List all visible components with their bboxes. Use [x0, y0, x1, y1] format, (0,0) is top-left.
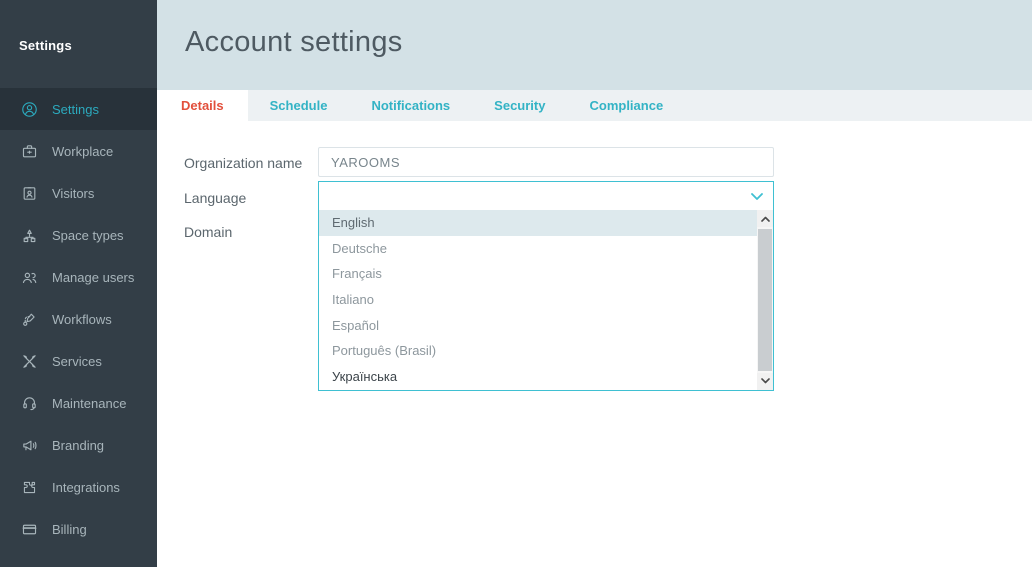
language-option-english[interactable]: English [319, 210, 757, 236]
credit-card-icon [20, 520, 39, 539]
sidebar-title: Settings [19, 38, 72, 53]
language-option-francais[interactable]: Français [319, 261, 757, 287]
tab-notifications[interactable]: Notifications [349, 90, 472, 121]
organization-name-label: Organization name [184, 155, 303, 171]
language-option-italiano[interactable]: Italiano [319, 287, 757, 313]
briefcase-icon [20, 142, 39, 161]
sidebar: Settings Settings Workplace Visitors Spa… [0, 0, 157, 567]
language-option-portugues[interactable]: Português (Brasil) [319, 338, 757, 364]
tools-icon [20, 352, 39, 371]
sidebar-item-label: Space types [52, 227, 124, 243]
sidebar-item-label: Integrations [52, 479, 120, 495]
language-label: Language [184, 190, 247, 206]
domain-label: Domain [184, 224, 233, 240]
sidebar-item-space-types[interactable]: Space types [0, 214, 157, 256]
sidebar-item-visitors[interactable]: Visitors [0, 172, 157, 214]
sidebar-item-workflows[interactable]: Workflows [0, 298, 157, 340]
sidebar-item-label: Settings [52, 101, 99, 117]
language-select-dropdown: English Deutsche Français Italiano Españ… [318, 181, 774, 391]
tab-security[interactable]: Security [472, 90, 567, 121]
app-window: Settings Settings Workplace Visitors Spa… [0, 0, 1032, 567]
sidebar-item-label: Billing [52, 521, 87, 537]
sidebar-item-workplace[interactable]: Workplace [0, 130, 157, 172]
tab-bar: Details Schedule Notifications Security … [157, 90, 1032, 121]
users-icon [20, 268, 39, 287]
sidebar-item-branding[interactable]: Branding [0, 424, 157, 466]
language-option-deutsche[interactable]: Deutsche [319, 236, 757, 262]
language-select[interactable] [319, 182, 773, 210]
sidebar-item-label: Workflows [52, 311, 112, 327]
dropdown-scrollbar[interactable] [757, 210, 773, 390]
user-circle-icon [20, 100, 39, 119]
details-form: Organization name Language Domain Englis… [157, 121, 1032, 567]
tab-schedule[interactable]: Schedule [248, 90, 350, 121]
hierarchy-icon [20, 226, 39, 245]
language-option-ukrainska[interactable]: Українська [319, 364, 757, 390]
scroll-down-icon[interactable] [757, 372, 773, 390]
scroll-up-icon[interactable] [757, 210, 773, 227]
language-option-espanol[interactable]: Español [319, 313, 757, 339]
sidebar-item-integrations[interactable]: Integrations [0, 466, 157, 508]
sidebar-item-maintenance[interactable]: Maintenance [0, 382, 157, 424]
sidebar-item-manage-users[interactable]: Manage users [0, 256, 157, 298]
tab-compliance[interactable]: Compliance [567, 90, 685, 121]
sidebar-item-label: Services [52, 353, 102, 369]
sidebar-item-services[interactable]: Services [0, 340, 157, 382]
sidebar-nav: Settings Workplace Visitors Space types [0, 88, 157, 550]
language-option-list: English Deutsche Français Italiano Españ… [319, 210, 773, 390]
chevron-down-icon[interactable] [749, 189, 765, 203]
tab-details[interactable]: Details [157, 90, 248, 121]
sidebar-item-billing[interactable]: Billing [0, 508, 157, 550]
organization-name-input[interactable] [318, 147, 774, 177]
page-header: Account settings [157, 0, 1032, 90]
puzzle-icon [20, 478, 39, 497]
id-badge-icon [20, 184, 39, 203]
page-title: Account settings [185, 26, 403, 58]
sidebar-item-label: Maintenance [52, 395, 127, 411]
sidebar-item-label: Branding [52, 437, 105, 453]
sidebar-item-label: Visitors [52, 185, 95, 201]
scrollbar-thumb[interactable] [758, 229, 772, 371]
megaphone-icon [20, 436, 39, 455]
sidebar-item-label: Workplace [52, 143, 114, 159]
headset-icon [20, 394, 39, 413]
workflow-icon [20, 310, 39, 329]
sidebar-item-label: Manage users [52, 269, 135, 285]
sidebar-item-settings[interactable]: Settings [0, 88, 157, 130]
